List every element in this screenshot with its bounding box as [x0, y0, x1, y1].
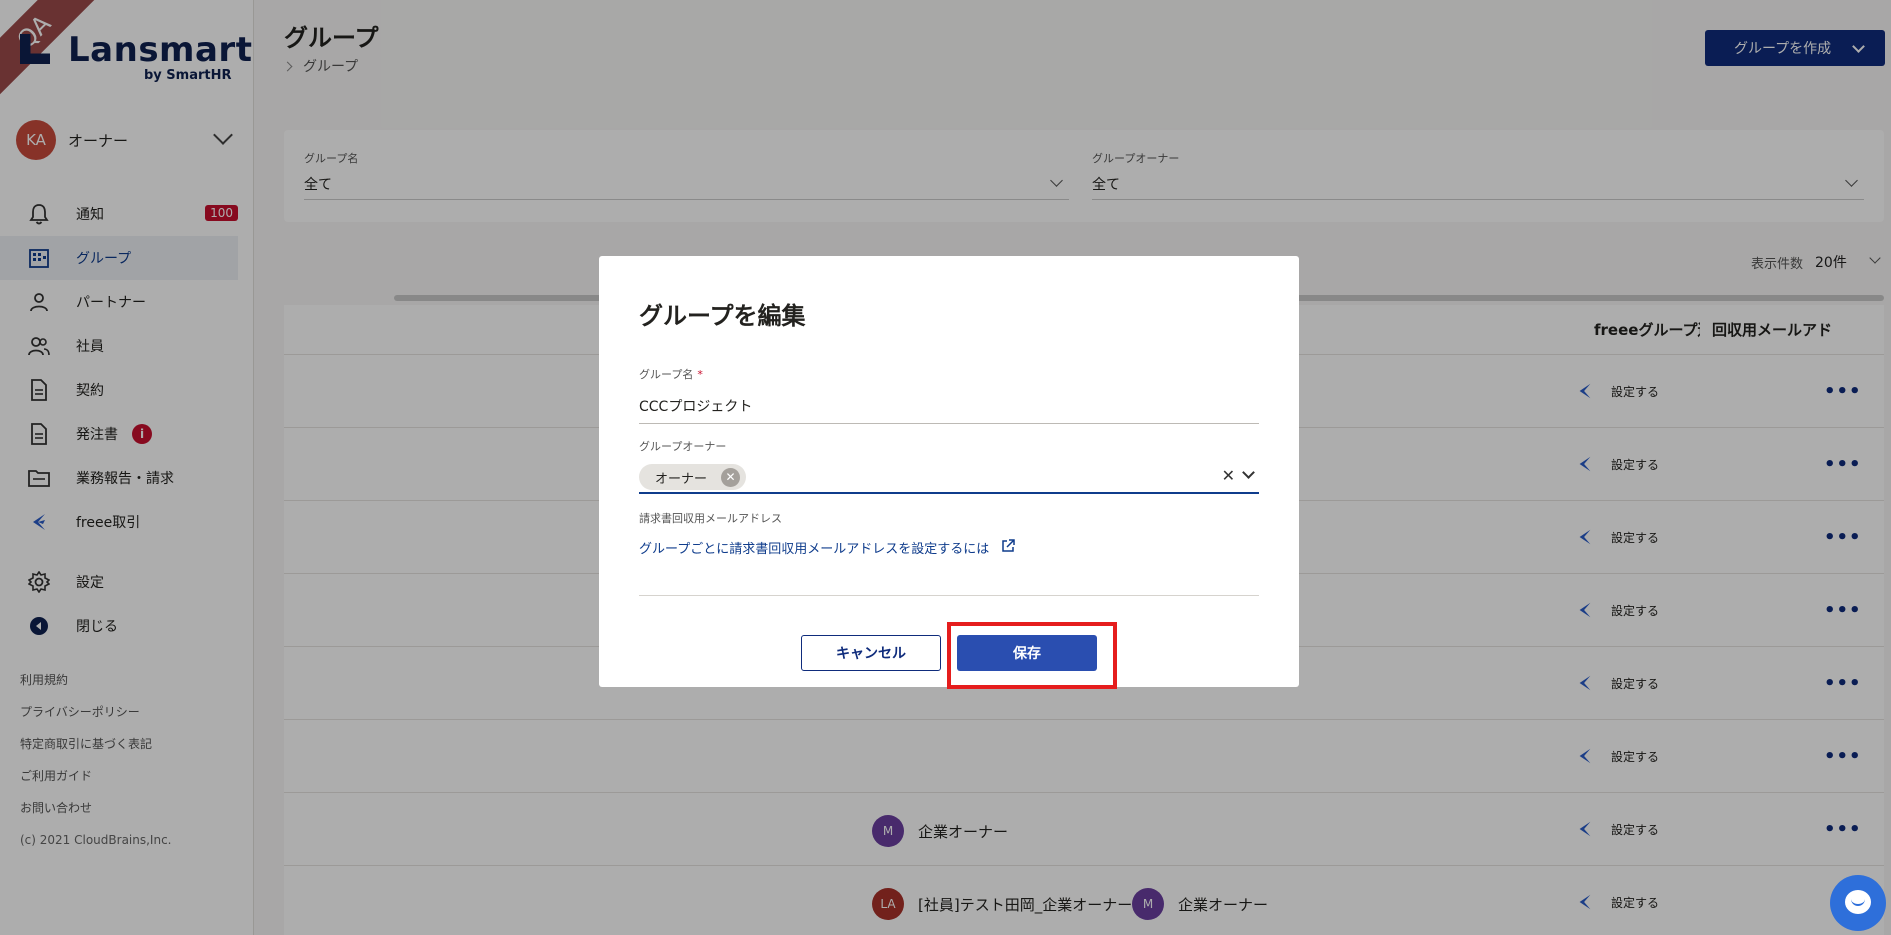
- field-label: グループオーナー: [639, 440, 727, 453]
- mail-address-field: 請求書回収用メールアドレス グループごとに請求書回収用メールアドレスを設定するに…: [639, 510, 1259, 596]
- clear-icon[interactable]: ✕: [1222, 466, 1235, 485]
- dialog-title: グループを編集: [639, 302, 806, 330]
- chat-widget-button[interactable]: [1830, 875, 1886, 931]
- chevron-down-icon[interactable]: [1242, 466, 1255, 479]
- required-mark: *: [697, 368, 703, 381]
- owner-chip: オーナー ✕: [639, 464, 747, 490]
- mail-help-link-text: グループごとに請求書回収用メールアドレスを設定するには: [639, 542, 990, 557]
- cancel-button[interactable]: キャンセル: [801, 635, 941, 671]
- group-owner-select[interactable]: オーナー ✕ ✕: [639, 462, 1259, 494]
- group-name-field: グループ名 * CCCプロジェクト: [639, 366, 1259, 424]
- group-owner-field: グループオーナー オーナー ✕ ✕: [639, 438, 1259, 494]
- mail-input-underline: [639, 595, 1259, 596]
- chip-remove-icon[interactable]: ✕: [721, 467, 741, 487]
- group-name-input[interactable]: CCCプロジェクト: [639, 392, 1259, 424]
- mail-help-link[interactable]: グループごとに請求書回収用メールアドレスを設定するには: [639, 538, 1259, 557]
- save-button[interactable]: 保存: [957, 635, 1097, 671]
- field-label: グループ名 *: [639, 366, 1259, 382]
- external-link-icon: [1001, 538, 1015, 557]
- field-label-text: グループ名: [639, 368, 694, 381]
- edit-group-dialog: グループを編集 グループ名 * CCCプロジェクト グループオーナー オーナー ✕…: [599, 256, 1299, 687]
- owner-chip-label: オーナー: [655, 471, 708, 487]
- field-label: 請求書回収用メールアドレス: [639, 512, 782, 525]
